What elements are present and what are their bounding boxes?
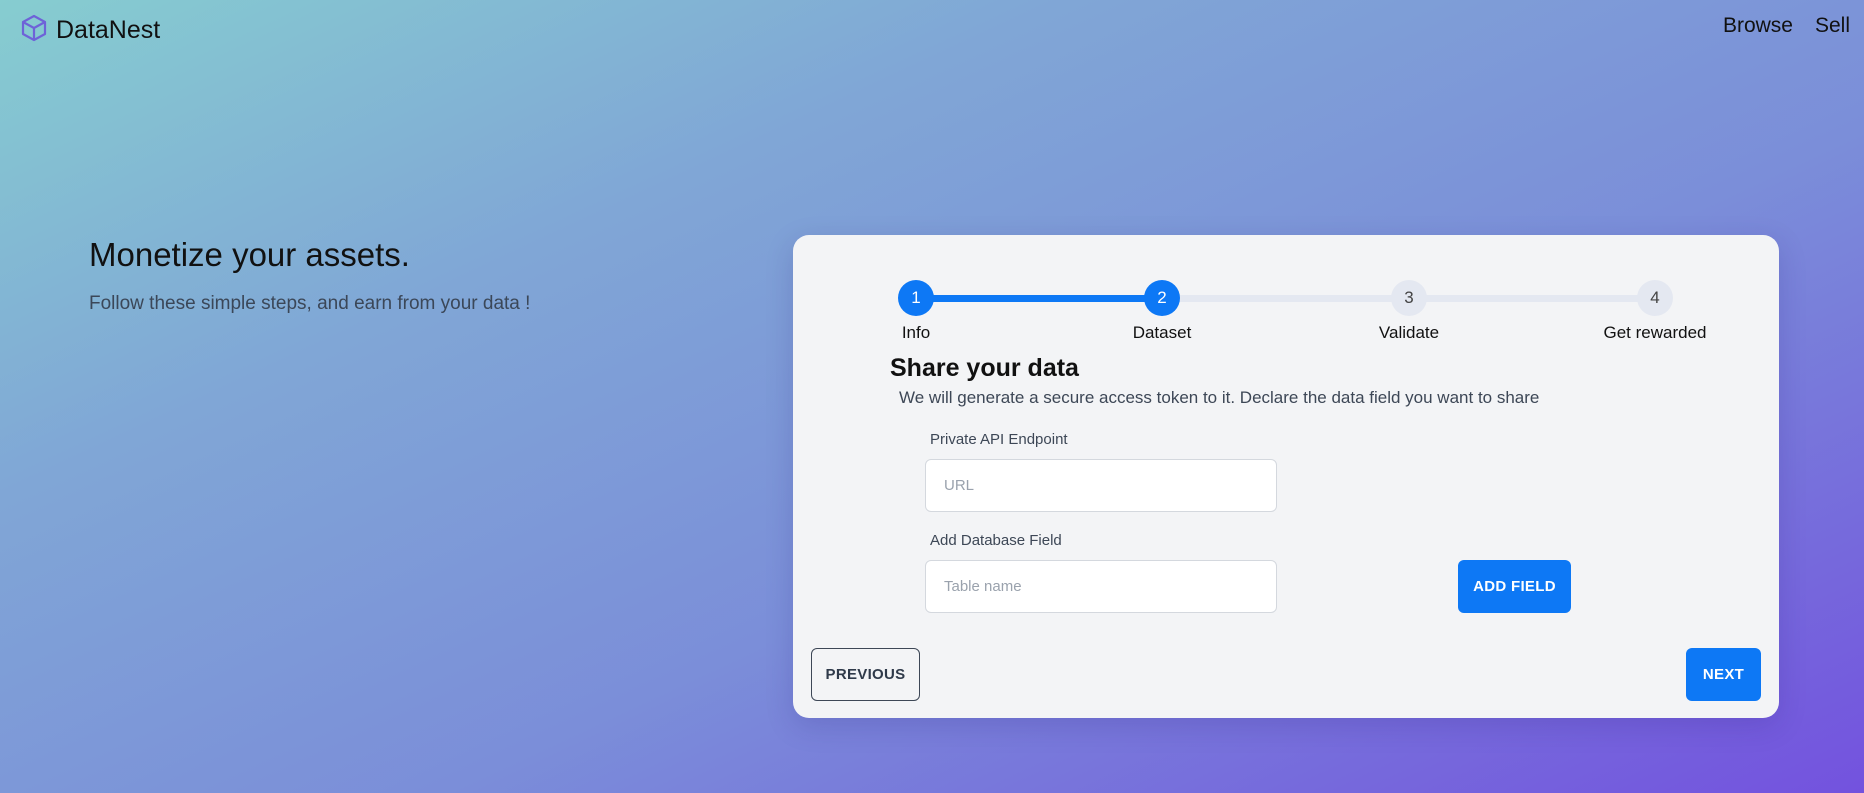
next-button[interactable]: NEXT bbox=[1686, 648, 1761, 701]
hero-title: Monetize your assets. bbox=[89, 236, 410, 273]
step-label-info: Info bbox=[901, 323, 931, 342]
step-circle-1[interactable]: 1 bbox=[898, 280, 934, 316]
step-label-get-rewarded: Get rewarded bbox=[1603, 323, 1707, 342]
add-field-button[interactable]: ADD FIELD bbox=[1458, 560, 1571, 613]
step-circle-2[interactable]: 2 bbox=[1144, 280, 1180, 316]
nav-links: Browse Sell bbox=[1723, 14, 1850, 38]
section-description: We will generate a secure access token t… bbox=[899, 388, 1540, 407]
step-circle-3[interactable]: 3 bbox=[1391, 280, 1427, 316]
step-label-validate: Validate bbox=[1378, 323, 1440, 342]
stepper-progress bbox=[916, 295, 1162, 302]
previous-button[interactable]: PREVIOUS bbox=[811, 648, 920, 701]
nav-link-sell[interactable]: Sell bbox=[1815, 14, 1850, 38]
brand-name: DataNest bbox=[56, 16, 161, 44]
endpoint-url-input[interactable] bbox=[925, 459, 1277, 512]
hero: Monetize your assets. Follow these simpl… bbox=[89, 236, 530, 315]
hero-subtitle: Follow these simple steps, and earn from… bbox=[89, 293, 531, 314]
table-name-input[interactable] bbox=[925, 560, 1277, 613]
nav-link-browse[interactable]: Browse bbox=[1723, 14, 1793, 38]
endpoint-label: Private API Endpoint bbox=[930, 431, 1068, 448]
section-title: Share your data bbox=[890, 354, 1079, 382]
stepper: 1 2 3 4 Info Dataset Validate Get reward… bbox=[793, 257, 1779, 342]
db-field-label: Add Database Field bbox=[930, 532, 1062, 549]
top-nav: DataNest Browse Sell bbox=[0, 0, 1864, 58]
brand[interactable]: DataNest bbox=[21, 14, 160, 47]
step-label-dataset: Dataset bbox=[1132, 323, 1192, 342]
cube-icon bbox=[21, 14, 47, 47]
wizard-card: 1 2 3 4 Info Dataset Validate Get reward… bbox=[793, 235, 1779, 718]
step-circle-4[interactable]: 4 bbox=[1637, 280, 1673, 316]
